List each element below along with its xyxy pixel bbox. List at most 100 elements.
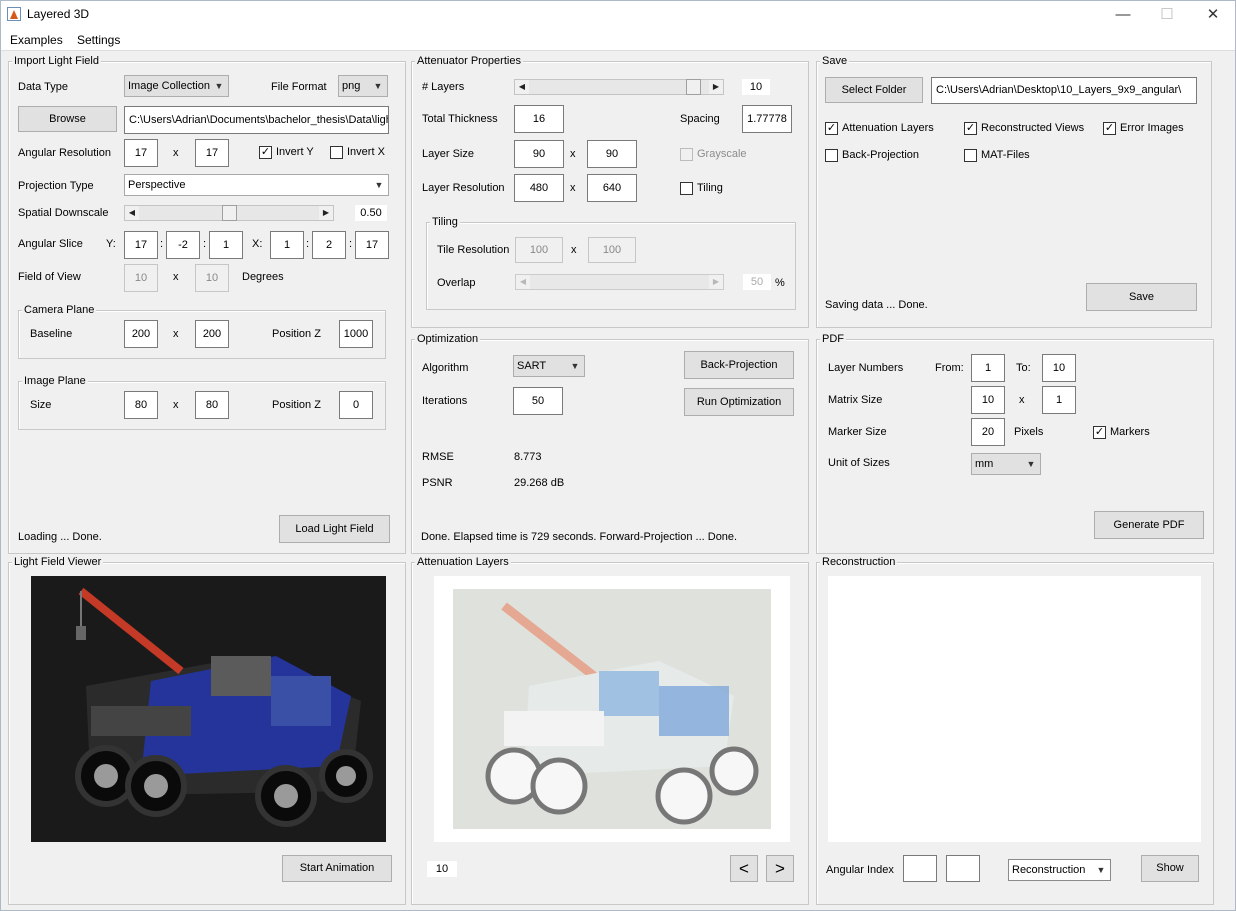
close-button[interactable]: ✕ <box>1190 1 1236 29</box>
minimize-button[interactable]: — <box>1100 1 1146 29</box>
arrow-right-icon[interactable]: ▶ <box>319 206 333 220</box>
load-light-field-button[interactable]: Load Light Field <box>279 515 390 543</box>
image-position-z-input[interactable]: 0 <box>339 391 373 419</box>
algorithm-select[interactable]: SART ▼ <box>513 355 585 377</box>
mat-files-checkbox[interactable] <box>964 149 977 162</box>
fov-x-input[interactable]: 10 <box>124 264 158 292</box>
select-folder-button[interactable]: Select Folder <box>825 77 923 103</box>
slice-x-start-input[interactable]: 1 <box>270 231 304 259</box>
slider-thumb[interactable] <box>222 205 237 221</box>
iterations-label: Iterations <box>422 395 468 407</box>
layer-res-x-input[interactable]: 480 <box>514 174 564 202</box>
slice-y-step-input[interactable]: -2 <box>166 231 200 259</box>
arrow-right-icon[interactable]: ▶ <box>709 80 723 94</box>
baseline-label: Baseline <box>30 328 73 340</box>
grayscale-label: Grayscale <box>697 148 747 160</box>
spacing-label: Spacing <box>680 113 720 125</box>
next-layer-button[interactable]: > <box>766 855 794 882</box>
tiling-group: Tiling Tile Resolution 100 x 100 Overlap… <box>426 216 796 310</box>
angular-res-x-input[interactable]: 17 <box>124 139 158 167</box>
baseline-x-input[interactable]: 200 <box>124 320 158 348</box>
tiling-checkbox[interactable] <box>680 182 693 195</box>
matrix-y-input[interactable]: 1 <box>1042 386 1076 414</box>
attenuation-layers-checkbox[interactable]: ✓ <box>825 122 838 135</box>
degrees-label: Degrees <box>242 271 284 283</box>
save-button[interactable]: Save <box>1086 283 1197 311</box>
projection-type-value: Perspective <box>128 179 186 191</box>
projection-type-select[interactable]: Perspective ▼ <box>124 174 389 196</box>
layers-slider[interactable]: ◀ ▶ <box>514 79 724 95</box>
arrow-right-icon[interactable]: ▶ <box>709 275 723 289</box>
projection-type-label: Projection Type <box>18 180 94 192</box>
chevron-down-icon: ▼ <box>570 361 580 371</box>
reconstructed-views-label: Reconstructed Views <box>981 122 1085 134</box>
fov-y-input[interactable]: 10 <box>195 264 229 292</box>
slider-thumb[interactable] <box>686 79 701 95</box>
matrix-x-input[interactable]: 10 <box>971 386 1005 414</box>
panel-title: Optimization <box>415 333 481 346</box>
reconstruction-panel: Reconstruction Angular Index Reconstruct… <box>816 556 1214 905</box>
back-projection-button[interactable]: Back-Projection <box>684 351 794 379</box>
tile-res-x-input[interactable]: 100 <box>515 237 563 263</box>
tile-resolution-label: Tile Resolution <box>437 244 510 256</box>
spatial-downscale-slider[interactable]: ◀ ▶ <box>124 205 334 221</box>
invert-x-checkbox[interactable] <box>330 146 343 159</box>
panel-title: Save <box>820 55 850 68</box>
back-projection-checkbox[interactable] <box>825 149 838 162</box>
pdf-panel: PDF Layer Numbers From: 1 To: 10 Matrix … <box>816 333 1214 554</box>
markers-checkbox[interactable]: ✓ <box>1093 426 1106 439</box>
start-animation-button[interactable]: Start Animation <box>282 855 392 882</box>
generate-pdf-button[interactable]: Generate PDF <box>1094 511 1204 539</box>
slice-y-end-input[interactable]: 1 <box>209 231 243 259</box>
angular-index-u-input[interactable] <box>903 855 937 882</box>
path-input[interactable]: C:\Users\Adrian\Documents\bachelor_thesi… <box>124 106 389 134</box>
slice-y-start-input[interactable]: 17 <box>124 231 158 259</box>
maximize-button[interactable]: ☐ <box>1144 1 1190 29</box>
grayscale-checkbox[interactable] <box>680 148 693 161</box>
slice-x-step-input[interactable]: 2 <box>312 231 346 259</box>
folder-path-input[interactable]: C:\Users\Adrian\Desktop\10_Layers_9x9_an… <box>931 77 1197 104</box>
overlap-label: Overlap <box>437 277 476 289</box>
show-button[interactable]: Show <box>1141 855 1199 882</box>
layer-size-x-input[interactable]: 90 <box>514 140 564 168</box>
from-label: From: <box>935 362 964 374</box>
camera-position-z-input[interactable]: 1000 <box>339 320 373 348</box>
invert-y-checkbox[interactable]: ✓ <box>259 146 272 159</box>
reconstructed-views-checkbox[interactable]: ✓ <box>964 122 977 135</box>
reconstruction-mode-select[interactable]: Reconstruction ▼ <box>1008 859 1111 881</box>
arrow-left-icon[interactable]: ◀ <box>516 275 530 289</box>
file-format-select[interactable]: png ▼ <box>338 75 388 97</box>
menu-examples[interactable]: Examples <box>10 33 63 47</box>
tile-res-y-input[interactable]: 100 <box>588 237 636 263</box>
total-thickness-input[interactable]: 16 <box>514 105 564 133</box>
times-label: x <box>173 271 179 283</box>
baseline-y-input[interactable]: 200 <box>195 320 229 348</box>
browse-button[interactable]: Browse <box>18 106 117 132</box>
to-input[interactable]: 10 <box>1042 354 1076 382</box>
attenuation-layers-panel: Attenuation Layers 10 < > <box>411 556 809 905</box>
spacing-value: 1.77778 <box>742 105 792 133</box>
previous-layer-button[interactable]: < <box>730 855 758 882</box>
iterations-input[interactable]: 50 <box>513 387 563 415</box>
menu-settings[interactable]: Settings <box>77 33 120 47</box>
angular-index-v-input[interactable] <box>946 855 980 882</box>
run-optimization-button[interactable]: Run Optimization <box>684 388 794 416</box>
marker-size-input[interactable]: 20 <box>971 418 1005 446</box>
arrow-left-icon[interactable]: ◀ <box>515 80 529 94</box>
slice-x-end-input[interactable]: 17 <box>355 231 389 259</box>
from-input[interactable]: 1 <box>971 354 1005 382</box>
angular-res-y-input[interactable]: 17 <box>195 139 229 167</box>
size-y-input[interactable]: 80 <box>195 391 229 419</box>
layer-size-y-input[interactable]: 90 <box>587 140 637 168</box>
size-x-input[interactable]: 80 <box>124 391 158 419</box>
error-images-checkbox[interactable]: ✓ <box>1103 122 1116 135</box>
chevron-down-icon: ▼ <box>373 81 383 91</box>
layers-value: 10 <box>742 79 770 95</box>
unit-select[interactable]: mm ▼ <box>971 453 1041 475</box>
times-label: x <box>1019 394 1025 406</box>
algorithm-value: SART <box>517 360 547 372</box>
overlap-slider[interactable]: ◀ ▶ <box>515 274 724 290</box>
layer-res-y-input[interactable]: 640 <box>587 174 637 202</box>
data-type-select[interactable]: Image Collection ▼ <box>124 75 229 97</box>
arrow-left-icon[interactable]: ◀ <box>125 206 139 220</box>
